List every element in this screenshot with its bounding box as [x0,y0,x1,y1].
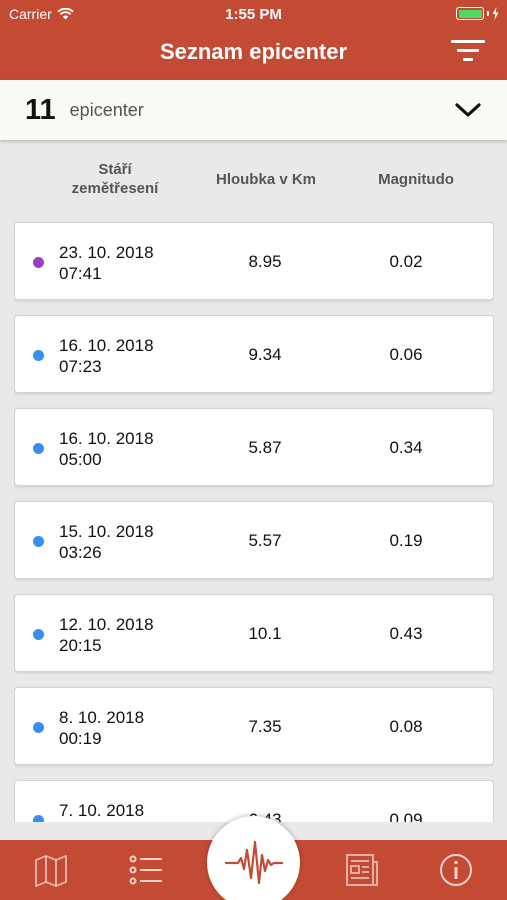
row-time: 20:15 [59,636,102,655]
row-depth: 5.87 [248,438,282,457]
row-time: 05:00 [59,450,102,469]
battery-icon [456,7,484,20]
row-datetime: 16. 10. 2018 05:00 [59,428,154,470]
row-depth: 8.95 [248,252,282,271]
row-date: 7. 10. 2018 [59,801,145,820]
row-magnitude: 0.19 [389,531,423,550]
list-icon[interactable] [126,850,166,890]
status-time: 1:55 PM [225,6,282,23]
row-date: 16. 10. 2018 [59,429,154,448]
row-time: 07:23 [59,357,102,376]
epicenter-list[interactable]: 23. 10. 2018 07:41 8.95 0.02 16. 10. 201… [14,222,494,822]
battery-indicator [456,7,499,20]
column-age-line1: Stáří [98,161,132,178]
row-depth: 10.1 [248,624,282,643]
row-date: 12. 10. 2018 [59,615,154,634]
epicenter-count-label: epicenter [69,99,144,120]
epicenter-row[interactable]: 16. 10. 2018 05:00 5.87 0.34 [14,408,494,486]
row-depth: 7.35 [248,717,282,736]
info-icon[interactable] [436,850,476,890]
row-datetime: 8. 10. 2018 00:19 [59,707,144,749]
status-dot [33,257,44,268]
filter-icon[interactable] [451,38,485,64]
status-dot [33,536,44,547]
map-icon[interactable] [31,850,71,890]
row-date: 23. 10. 2018 [59,243,154,262]
row-magnitude: 0.34 [389,438,423,457]
column-depth-header[interactable]: Hloubka v Km [196,170,336,189]
row-time: 03:26 [59,543,102,562]
seismograph-icon [224,840,283,884]
row-datetime: 12. 10. 2018 20:15 [59,614,154,656]
epicenter-row[interactable]: 23. 10. 2018 07:41 8.95 0.02 [14,222,494,300]
row-magnitude: 0.06 [389,345,423,364]
status-dot [33,443,44,454]
row-time: 07:41 [59,264,102,283]
row-depth: 5.57 [248,531,282,550]
epicenter-row[interactable]: 16. 10. 2018 07:23 9.34 0.06 [14,315,494,393]
column-headers: Stáří zemětřesení Hloubka v Km Magnitudo [0,160,507,200]
status-dot [33,629,44,640]
row-date: 16. 10. 2018 [59,336,154,355]
row-magnitude: 0.09 [389,810,423,822]
row-datetime: 15. 10. 2018 03:26 [59,521,154,563]
row-magnitude: 0.08 [389,717,423,736]
column-age-header[interactable]: Stáří zemětřesení [45,160,185,198]
status-dot [33,350,44,361]
page-title: Seznam epicenter [159,39,348,64]
column-magnitude-header[interactable]: Magnitudo [346,170,486,189]
row-time: 00:19 [59,729,102,748]
epicenter-row[interactable]: 15. 10. 2018 03:26 5.57 0.19 [14,501,494,579]
epicenter-count: 11 [25,93,56,126]
app-header: Carrier 1:55 PM Seznam epicenter [0,0,507,80]
epicenter-row[interactable]: 8. 10. 2018 00:19 7.35 0.08 [14,687,494,765]
row-date: 15. 10. 2018 [59,522,154,541]
status-bar: Carrier 1:55 PM [0,0,507,28]
column-age-line2: zemětřesení [71,180,159,197]
epicenter-count-bar[interactable]: 11 epicenter [0,80,507,140]
chevron-down-icon[interactable] [454,97,482,123]
row-datetime: 23. 10. 2018 07:41 [59,242,154,284]
news-icon[interactable] [342,850,382,890]
row-depth: 9.34 [248,345,282,364]
epicenter-row[interactable]: 12. 10. 2018 20:15 10.1 0.43 [14,594,494,672]
row-date: 8. 10. 2018 [59,708,145,727]
status-dot [33,815,44,822]
charging-icon [492,7,499,20]
row-datetime: 7. 10. 2018 [59,800,144,821]
seismograph-tab-button[interactable] [207,816,300,900]
row-magnitude: 0.02 [389,252,423,271]
status-dot [33,722,44,733]
row-datetime: 16. 10. 2018 07:23 [59,335,154,377]
row-magnitude: 0.43 [389,624,423,643]
